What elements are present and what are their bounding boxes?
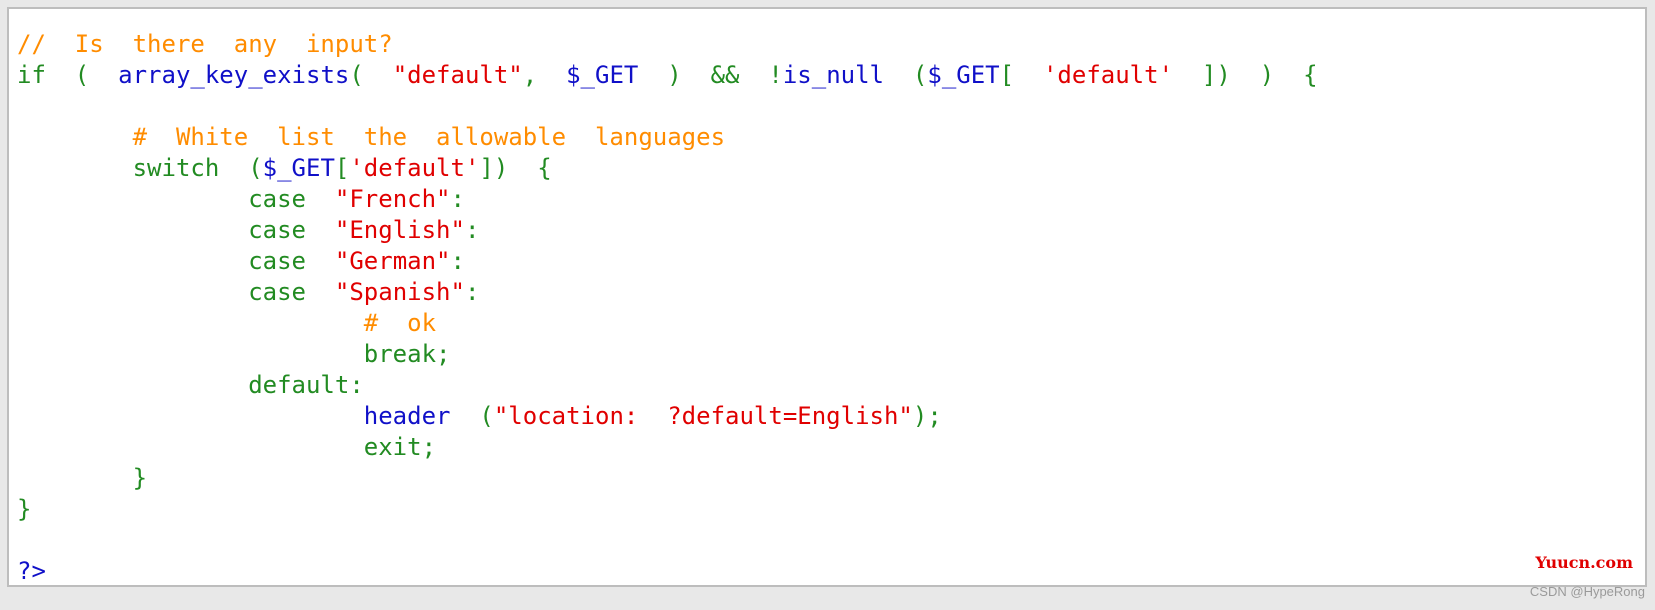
code-line: switch ($_GET['default']) { <box>17 153 1318 184</box>
code-token: ?> <box>17 557 46 585</box>
code-token: $_GET <box>566 61 639 89</box>
code-token: } <box>17 495 32 523</box>
code-token: : <box>450 185 465 213</box>
code-token: ) && ! <box>638 61 783 89</box>
code-line: case "French": <box>17 184 1318 215</box>
code-token: "default" <box>392 61 523 89</box>
code-token: "English" <box>334 216 465 244</box>
code-token: [ <box>334 154 350 182</box>
code-line: break; <box>17 339 1318 370</box>
code-token: // Is there any input? <box>17 30 393 58</box>
code-token: case <box>17 216 335 244</box>
code-line: # White list the allowable languages <box>17 122 1318 153</box>
code-token: : <box>464 278 480 306</box>
code-token: [ <box>999 61 1043 89</box>
code-line: case "English": <box>17 215 1318 246</box>
code-panel: // Is there any input? if ( array_key_exi… <box>7 7 1647 587</box>
code-line: default: <box>17 370 1318 401</box>
code-block: // Is there any input? if ( array_key_exi… <box>17 29 1318 587</box>
code-token: ]) { <box>479 154 552 182</box>
code-line: } <box>17 463 1318 494</box>
code-line: case "Spanish": <box>17 277 1318 308</box>
code-token: } <box>17 464 148 492</box>
code-line: } <box>17 494 1318 525</box>
code-token: ( <box>884 61 928 89</box>
code-token: $_GET <box>927 61 1000 89</box>
code-line: if ( array_key_exists( "default", $_GET … <box>17 60 1318 91</box>
code-token: break; <box>17 340 451 368</box>
code-token: switch ( <box>17 154 263 182</box>
code-token: ]) ) { <box>1173 61 1318 89</box>
code-token: 'default' <box>349 154 480 182</box>
code-token: if ( <box>17 61 119 89</box>
code-token: # ok <box>17 309 437 337</box>
code-line: ?> <box>17 556 1318 587</box>
code-token: array_key_exists <box>118 61 350 89</box>
code-token: "French" <box>334 185 451 213</box>
code-token: $_GET <box>262 154 335 182</box>
author-credit: CSDN @HypeRong <box>1529 584 1645 599</box>
code-token: default: <box>17 371 364 399</box>
code-token: case <box>17 247 335 275</box>
code-token: "Spanish" <box>334 278 465 306</box>
code-token: "German" <box>334 247 451 275</box>
code-line: case "German": <box>17 246 1318 277</box>
code-line: # ok <box>17 308 1318 339</box>
watermark: Yuucn.com <box>1535 553 1633 572</box>
code-token: is_null <box>782 61 885 89</box>
code-token: : <box>464 216 480 244</box>
code-line: exit; <box>17 432 1318 463</box>
code-line: header ("location: ?default=English"); <box>17 401 1318 432</box>
code-line: // Is there any input? <box>17 29 1318 60</box>
code-token: ); <box>912 402 942 430</box>
code-token: ( <box>450 402 494 430</box>
code-token: case <box>17 278 335 306</box>
code-token: , <box>522 61 567 89</box>
code-token: # White list the allowable languages <box>17 123 726 151</box>
code-token: header <box>363 402 451 430</box>
code-token: 'default' <box>1042 61 1174 89</box>
code-token: ( <box>349 61 393 89</box>
code-token: case <box>17 185 335 213</box>
code-token: "location: ?default=English" <box>493 402 913 430</box>
code-token: exit; <box>17 433 437 461</box>
code-token: : <box>450 247 465 275</box>
